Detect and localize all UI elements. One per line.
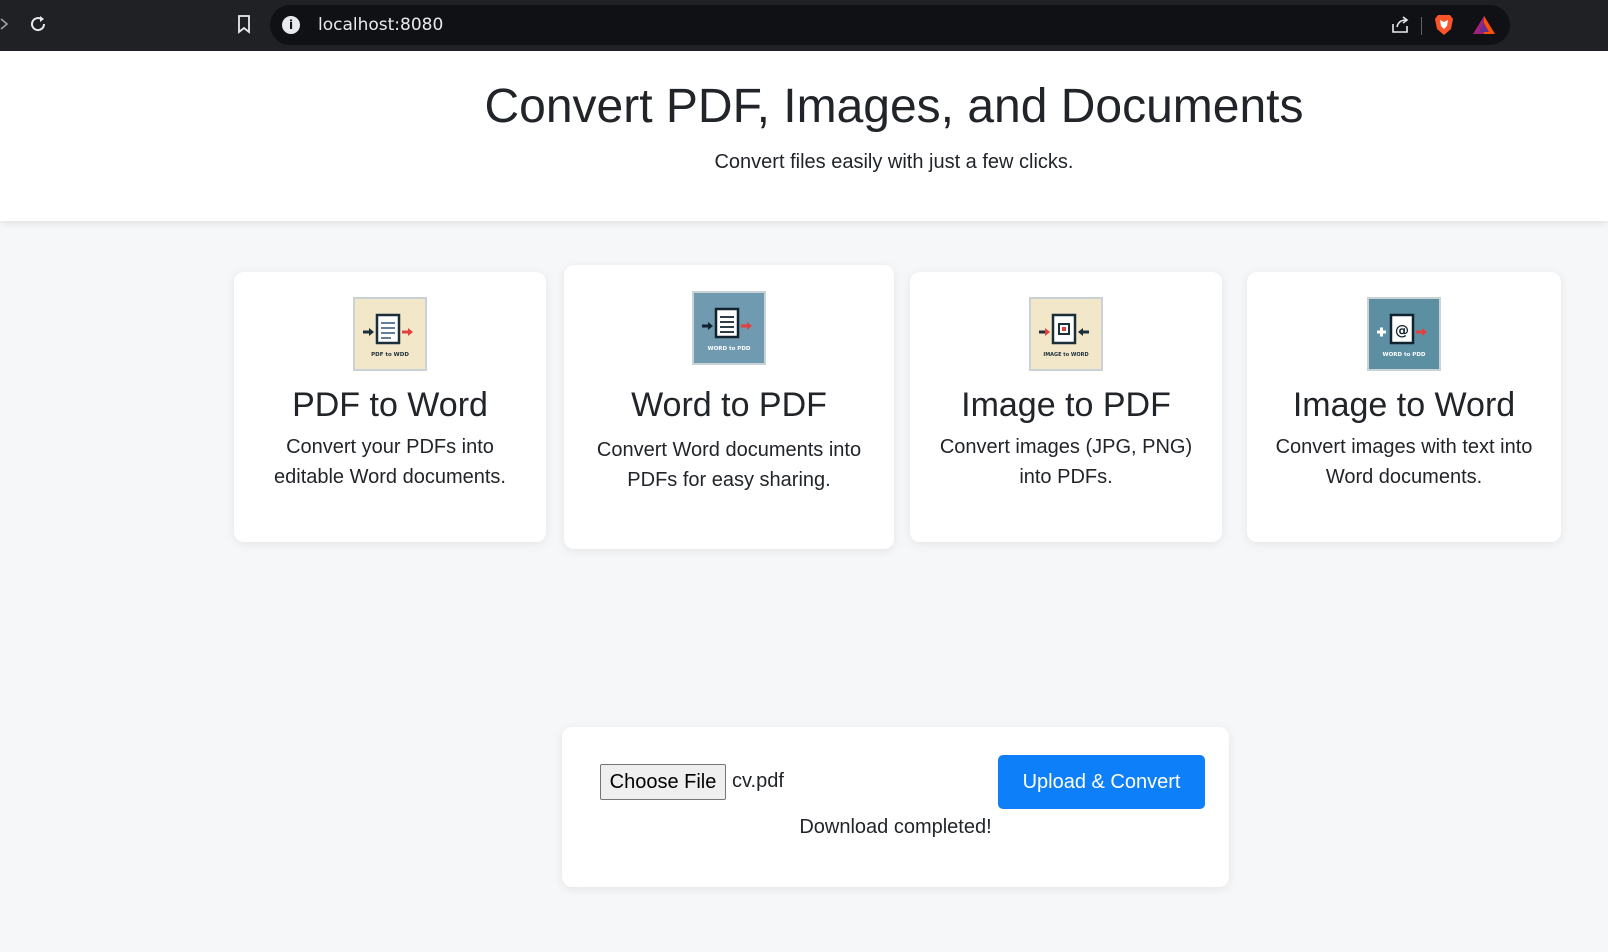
card-description: Convert images (JPG, PNG) into PDFs. <box>939 436 1193 488</box>
url-text[interactable]: localhost:8080 <box>318 15 443 35</box>
image-to-pdf-icon-label: IMAGE to WORD <box>1043 352 1088 358</box>
card-pdf-to-word[interactable]: PDF to WDD PDF to Word Convert your PDFs… <box>234 272 546 542</box>
svg-text:@: @ <box>1395 323 1409 339</box>
card-title: Word to PDF <box>631 386 827 424</box>
card-title: Image to PDF <box>961 386 1171 424</box>
brave-shield-icon[interactable] <box>1434 14 1454 41</box>
share-icon[interactable] <box>1390 15 1410 40</box>
card-description: Convert Word documents into PDFs for eas… <box>596 439 862 491</box>
card-description: Convert your PDFs into editable Word doc… <box>274 436 506 488</box>
choose-file-button[interactable]: Choose File <box>600 764 726 800</box>
bookmark-icon[interactable] <box>232 12 256 36</box>
page-header: Convert PDF, Images, and Documents Conve… <box>0 51 1608 221</box>
upload-convert-button[interactable]: Upload & Convert <box>998 755 1205 809</box>
image-to-pdf-icon: IMAGE to WORD <box>1029 297 1103 371</box>
address-bar[interactable]: i localhost:8080 <box>270 5 1510 45</box>
word-to-pdf-icon-label: WORD to PDD <box>708 346 751 352</box>
selected-file-name: cv.pdf <box>732 770 784 792</box>
upload-panel: Choose File cv.pdf Upload & Convert Down… <box>562 727 1229 887</box>
card-description: Convert images with text into Word docum… <box>1275 436 1533 488</box>
image-to-word-icon-label: WORD to PDD <box>1383 352 1426 358</box>
card-title: PDF to Word <box>292 386 488 424</box>
page-subtitle: Convert files easily with just a few cli… <box>714 151 1074 173</box>
card-image-to-word[interactable]: @ WORD to PDD Image to Word Convert imag… <box>1247 272 1561 542</box>
card-title: Image to Word <box>1292 386 1516 424</box>
forward-arrow-icon[interactable] <box>0 12 16 36</box>
page-title: Convert PDF, Images, and Documents <box>484 80 1304 133</box>
card-image-to-pdf[interactable]: IMAGE to WORD Image to PDF Convert image… <box>910 272 1222 542</box>
bat-rewards-icon[interactable] <box>1472 15 1496 40</box>
card-word-to-pdf[interactable]: WORD to PDD Word to PDF Convert Word doc… <box>564 265 894 549</box>
word-to-pdf-icon: WORD to PDD <box>692 291 766 365</box>
browser-toolbar: i localhost:8080 <box>0 0 1608 51</box>
pdf-to-word-icon: PDF to WDD <box>353 297 427 371</box>
reload-icon[interactable] <box>26 12 50 36</box>
toolbar-divider <box>1421 17 1422 35</box>
status-message: Download completed! <box>799 816 992 838</box>
image-to-word-icon: @ WORD to PDD <box>1367 297 1441 371</box>
info-icon[interactable]: i <box>282 16 300 34</box>
pdf-to-word-icon-label: PDF to WDD <box>371 352 409 358</box>
